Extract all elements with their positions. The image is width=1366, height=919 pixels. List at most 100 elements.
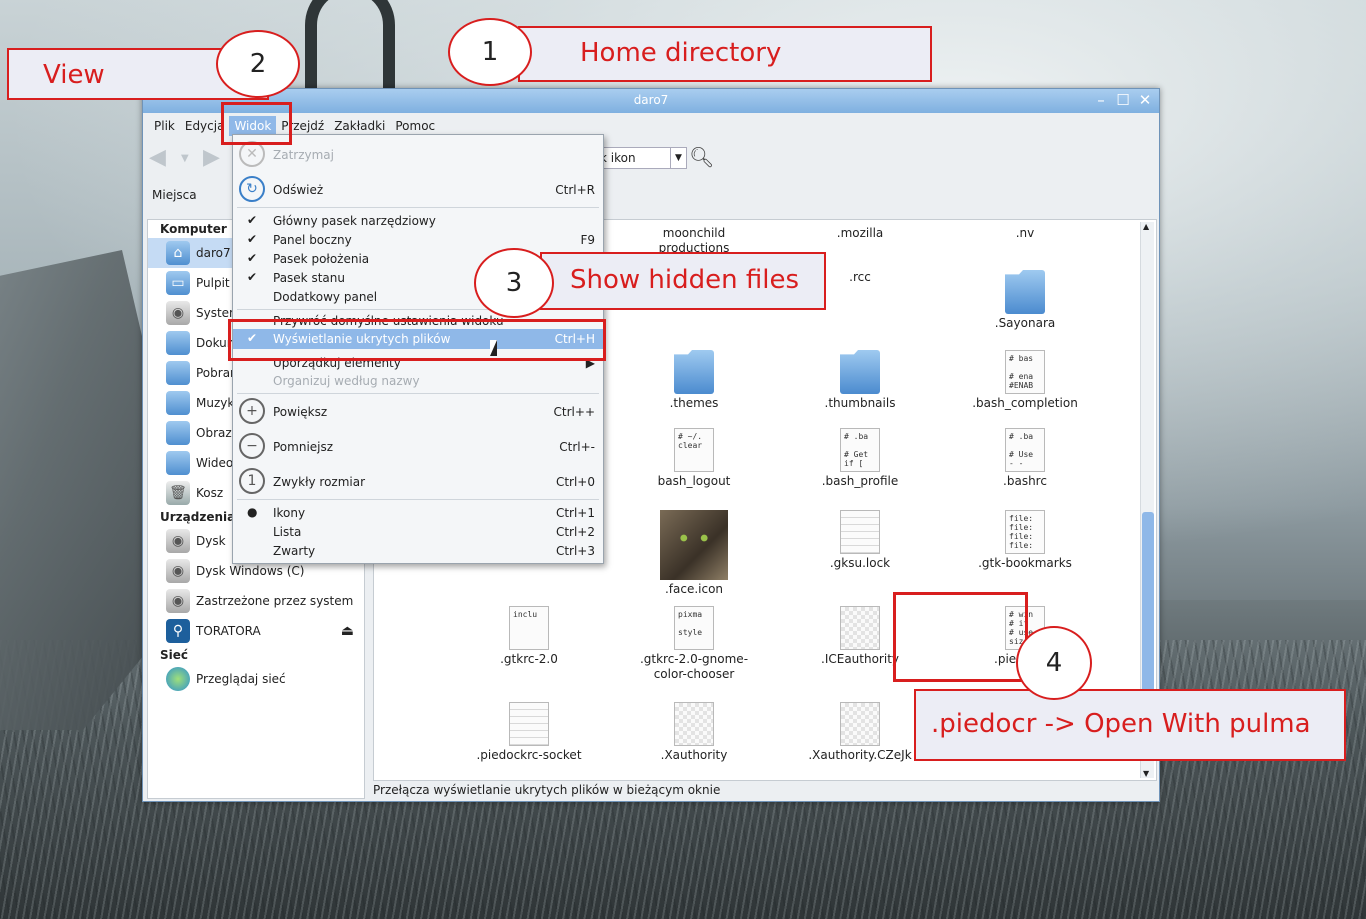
menu-item-side-panel[interactable]: ✔ Panel boczny F9 xyxy=(233,230,603,250)
file-item[interactable]: # .ba # Get if [.bash_profile xyxy=(785,428,935,489)
menu-item-label: Ikony xyxy=(273,506,306,520)
annotation-label-4: .piedocr -> Open With pulma xyxy=(914,689,1346,761)
menu-item-reload[interactable]: ↻ Odśwież Ctrl+R xyxy=(233,176,603,202)
forward-arrow-icon[interactable]: ▶ xyxy=(203,145,220,170)
file-item[interactable]: file: file: file: file: .gtk-bookmarks xyxy=(950,510,1100,571)
disk-icon: ◉ xyxy=(166,301,190,325)
menu-item-main-toolbar[interactable]: ✔ Główny pasek narzędziowy xyxy=(233,211,603,231)
file-item[interactable]: .thumbnails xyxy=(785,350,935,411)
menu-item-normal-size[interactable]: 1 Zwykły rozmiar Ctrl+0 xyxy=(233,468,603,494)
close-icon[interactable]: ✕ xyxy=(1137,91,1153,109)
menu-item-label: Zwykły rozmiar xyxy=(273,475,366,489)
file-item[interactable]: .themes xyxy=(619,350,769,411)
file-item[interactable]: .face.icon xyxy=(619,510,769,597)
file-name: .face.icon xyxy=(664,582,724,596)
file-icon: # ~/. clear xyxy=(674,428,714,472)
desktop-icon: ▭ xyxy=(166,271,190,295)
menu-item-zoom-in[interactable]: + Powiększ Ctrl++ xyxy=(233,398,603,424)
file-name: .gtkrc-2.0-gnome- color-chooser xyxy=(639,652,749,681)
zoom-out-icon: − xyxy=(239,433,265,459)
menu-item-shortcut: Ctrl+0 xyxy=(555,475,595,489)
file-name: .themes xyxy=(669,396,719,410)
file-item[interactable]: .piedockrc-socket xyxy=(454,702,604,763)
menu-file[interactable]: Plik xyxy=(149,116,180,136)
file-item[interactable]: .Xauthority.CZeJk xyxy=(785,702,935,763)
menu-bookmarks[interactable]: Zakładki xyxy=(329,116,390,136)
checkmark-icon: ✔ xyxy=(247,251,258,265)
menu-item-shortcut: F9 xyxy=(580,233,595,247)
file-icon: # bas # ena #ENAB xyxy=(1005,350,1045,394)
sidebar-item-label: TORATORA xyxy=(196,624,261,638)
annotation-marker-2: 2 xyxy=(216,30,300,98)
file-item[interactable]: inclu .gtkrc-2.0 xyxy=(454,606,604,667)
back-arrow-icon[interactable]: ◀ xyxy=(149,145,166,170)
usb-icon: ⚲ xyxy=(166,619,190,643)
window-title: daro7 xyxy=(633,93,669,107)
menu-item-shortcut: Ctrl+3 xyxy=(555,544,595,558)
search-icon[interactable]: 🔍︎ xyxy=(689,145,714,169)
disk-icon: ◉ xyxy=(166,559,190,583)
sidebar-item-reserved[interactable]: ◉ Zastrzeżone przez system xyxy=(148,586,364,616)
menu-item-organize[interactable]: Organizuj według nazwy xyxy=(233,371,603,391)
scroll-up-icon[interactable]: ▲ xyxy=(1143,222,1149,231)
file-item[interactable]: # bas # ena #ENAB .bash_completion xyxy=(950,350,1100,411)
umbrella-handle-decoration xyxy=(305,0,395,100)
menu-item-stop[interactable]: ✕ Zatrzymaj xyxy=(233,141,603,167)
file-name: .Xauthority xyxy=(660,748,728,762)
menu-item-label: Zatrzymaj xyxy=(273,148,334,162)
maximize-icon[interactable]: ☐ xyxy=(1115,91,1131,109)
file-name: .thumbnails xyxy=(824,396,896,410)
menu-item-zoom-out[interactable]: − Pomniejsz Ctrl+- xyxy=(233,433,603,459)
file-item[interactable]: pixma style .gtkrc-2.0-gnome- color-choos… xyxy=(619,606,769,682)
file-item[interactable]: # .ba # Use - - .bashrc xyxy=(950,428,1100,489)
globe-icon xyxy=(166,667,190,691)
file-item[interactable]: .Sayonara xyxy=(950,270,1100,331)
file-item[interactable]: # ~/. clear bash_logout xyxy=(619,428,769,489)
file-name: .bashrc xyxy=(1003,474,1047,488)
menu-item-label: Odśwież xyxy=(273,183,324,197)
back-history-icon[interactable]: ▼ xyxy=(181,153,189,164)
scroll-down-icon[interactable]: ▼ xyxy=(1143,769,1149,778)
sidebar-item-label: Wideo xyxy=(196,456,234,470)
menu-item-label: Panel boczny xyxy=(273,233,352,247)
home-folder-icon: ⌂ xyxy=(166,241,190,265)
menu-item-list[interactable]: Lista Ctrl+2 xyxy=(233,522,603,542)
sidebar-item-label: Kosz xyxy=(196,486,224,500)
file-icon: # .ba # Get if [ xyxy=(840,428,880,472)
file-icon: file: file: file: file: xyxy=(1005,510,1045,554)
file-name: .Xauthority.CZeJk xyxy=(808,748,912,762)
disk-icon: ◉ xyxy=(166,589,190,613)
sidebar-item-browse-network[interactable]: Przeglądaj sieć xyxy=(148,664,364,694)
annotation-marker-1: 1 xyxy=(448,18,532,86)
checkmark-icon: ✔ xyxy=(247,232,258,246)
menu-item-label: Organizuj według nazwy xyxy=(273,374,420,388)
checkmark-icon: ✔ xyxy=(247,213,258,227)
menu-item-label: Pasek stanu xyxy=(273,271,345,285)
file-item[interactable]: .gksu.lock xyxy=(785,510,935,571)
menu-item-shortcut: Ctrl+- xyxy=(559,440,595,454)
file-name: .mozilla xyxy=(836,226,884,240)
menu-item-compact[interactable]: Zwarty Ctrl+3 xyxy=(233,541,603,561)
menu-separator xyxy=(237,393,599,394)
annotation-text: .piedocr -> Open With pulma xyxy=(931,709,1311,739)
highlight-show-hidden xyxy=(228,319,606,361)
annotation-text: Show hidden files xyxy=(570,265,800,295)
file-item[interactable]: .Xauthority xyxy=(619,702,769,763)
view-mode-select[interactable]: k ikon ▼ xyxy=(593,147,687,169)
menu-help[interactable]: Pomoc xyxy=(390,116,440,136)
file-item[interactable]: .mozilla xyxy=(785,226,935,241)
file-item[interactable]: .nv xyxy=(950,226,1100,241)
file-name: .gtk-bookmarks xyxy=(978,556,1072,570)
menu-item-icons[interactable]: ● Ikony Ctrl+1 xyxy=(233,503,603,523)
menu-item-label: Powiększ xyxy=(273,405,328,419)
file-name: .nv xyxy=(1015,226,1035,240)
sidebar-item-usb[interactable]: ⚲ TORATORA ⏏ xyxy=(148,616,364,646)
eject-icon[interactable]: ⏏ xyxy=(341,623,354,639)
file-icon xyxy=(840,702,880,746)
menu-item-label: Główny pasek narzędziowy xyxy=(273,214,436,228)
minimize-icon[interactable]: – xyxy=(1093,91,1109,109)
title-bar[interactable]: daro7 – ☐ ✕ xyxy=(143,89,1159,113)
file-icon xyxy=(840,606,880,650)
menu-item-label: Lista xyxy=(273,525,302,539)
menu-item-shortcut: Ctrl++ xyxy=(553,405,595,419)
